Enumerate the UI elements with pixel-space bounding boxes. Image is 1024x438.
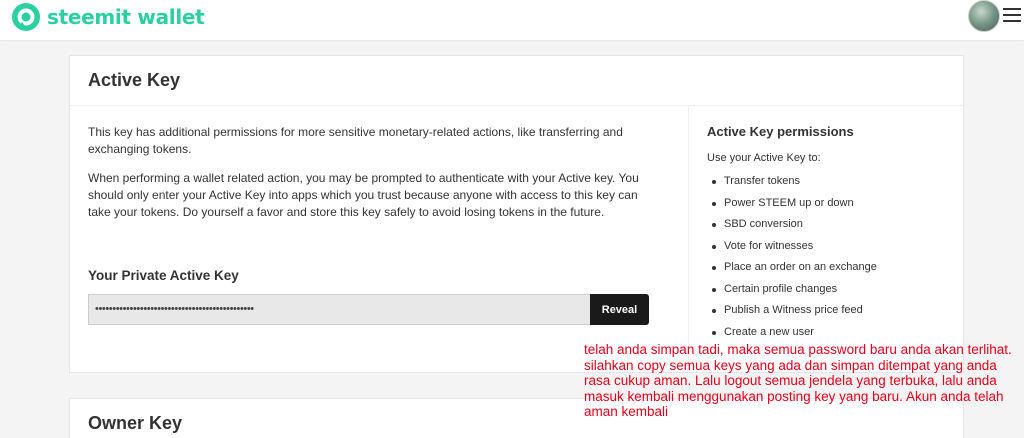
- steemit-logo-icon: [12, 3, 40, 31]
- permission-item: Certain profile changes: [710, 279, 877, 301]
- annotation-note: telah anda simpan tadi, maka semua passw…: [584, 342, 1012, 419]
- private-active-key-field[interactable]: ••••••••••••••••••••••••••••••••••••••••…: [88, 294, 591, 325]
- permission-item: Place an order on an exchange: [710, 257, 877, 279]
- card-divider: [70, 105, 963, 106]
- active-key-description-1: This key has additional permissions for …: [88, 125, 623, 156]
- permission-item: Power STEEM up or down: [710, 193, 877, 215]
- top-bar: steemit wallet: [0, 0, 1024, 40]
- hamburger-menu-icon[interactable]: [1003, 8, 1021, 24]
- steemit-wallet-logo[interactable]: steemit wallet: [11, 2, 205, 32]
- active-key-permissions-list: Transfer tokens Power STEEM up or down S…: [710, 171, 877, 343]
- active-key-title: Active Key: [88, 70, 181, 90]
- owner-key-title: Owner Key: [88, 413, 183, 433]
- active-key-permissions-intro: Use your Active Key to:: [707, 152, 821, 164]
- active-key-description-2: When performing a wallet related action,…: [88, 171, 639, 219]
- permission-item: Transfer tokens: [710, 171, 877, 193]
- reveal-button[interactable]: Reveal: [590, 294, 649, 325]
- active-key-card: Active Key This key has additional permi…: [69, 55, 964, 373]
- permission-item: Vote for witnesses: [710, 236, 877, 258]
- logo-text: steemit wallet: [47, 5, 205, 29]
- active-key-permissions-title: Active Key permissions: [707, 124, 854, 139]
- column-divider: [688, 105, 689, 373]
- permission-item: Create a new user: [710, 322, 877, 344]
- avatar[interactable]: [968, 0, 1000, 32]
- private-active-key-label: Your Private Active Key: [88, 268, 239, 283]
- permission-item: SBD conversion: [710, 214, 877, 236]
- permission-item: Publish a Witness price feed: [710, 300, 877, 322]
